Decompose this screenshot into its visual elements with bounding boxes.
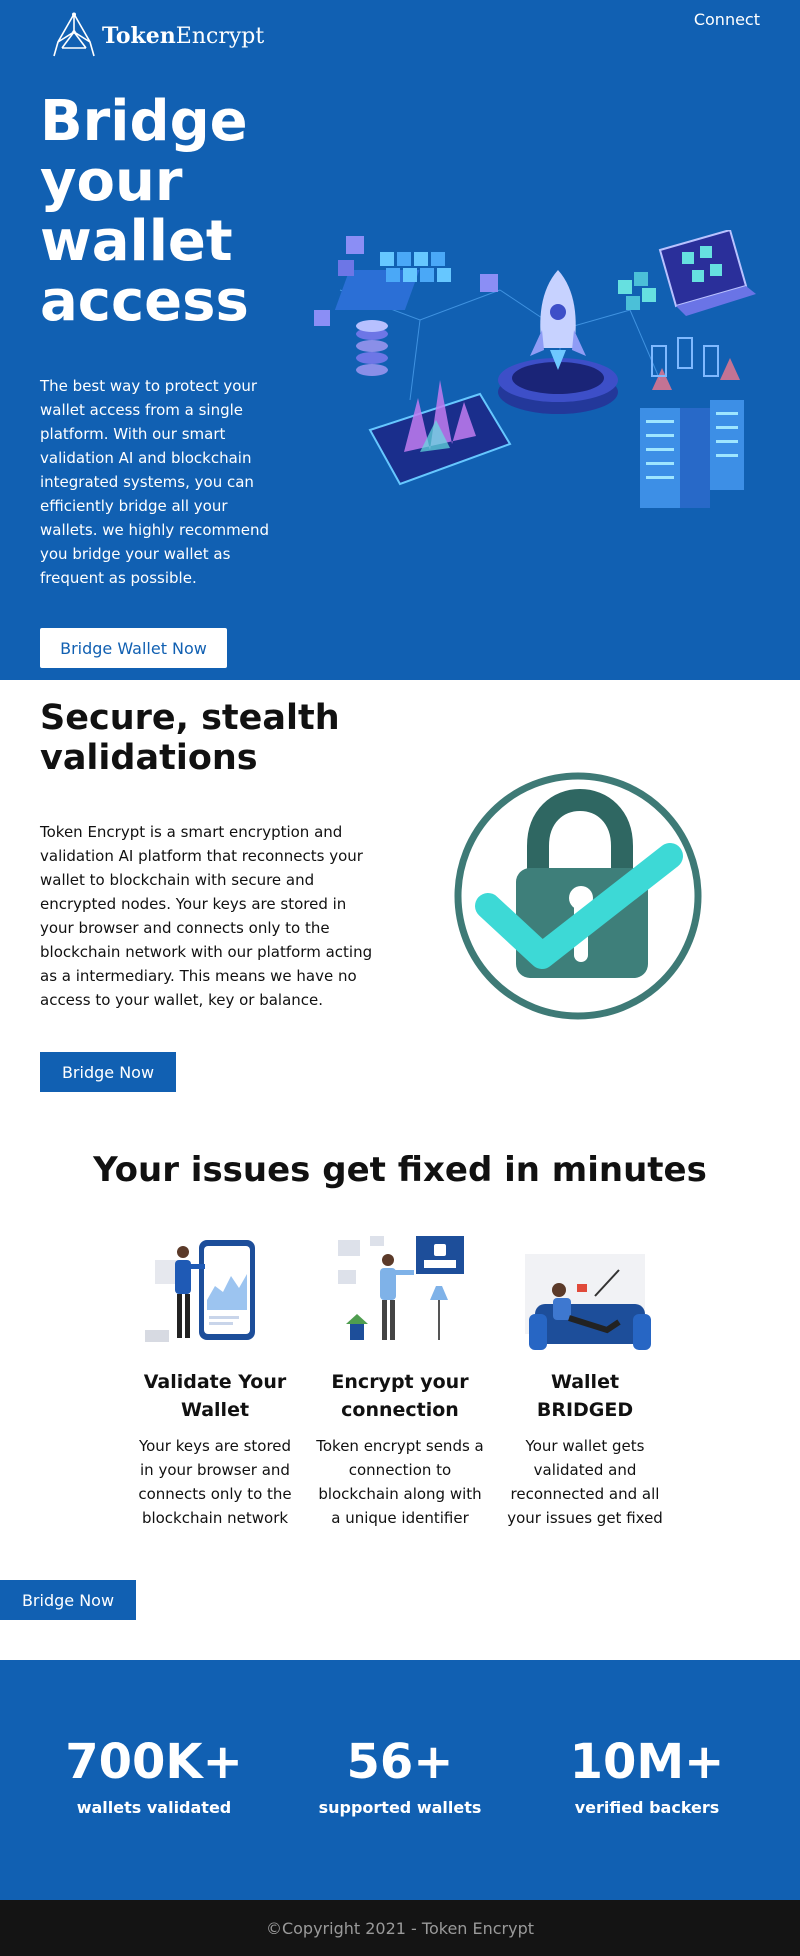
card-description: Token encrypt sends a connection to bloc… — [316, 1437, 484, 1527]
rocket-platform — [498, 270, 618, 414]
card-title: Wallet BRIDGED — [536, 1371, 634, 1421]
person-with-secure-screen-illustration — [338, 1236, 464, 1340]
laptop-icon — [658, 230, 756, 316]
person-with-phone-illustration — [145, 1240, 255, 1342]
secure-title: Secure, stealth validations — [40, 698, 340, 778]
person-relaxing-on-couch-illustration — [525, 1254, 651, 1350]
stat-label: verified backers — [574, 1798, 720, 1817]
teal-cube-cluster — [618, 272, 656, 310]
stat-wallets-validated: 700K+ wallets validated — [44, 1734, 264, 1817]
stat-verified-backers: 10M+ verified backers — [537, 1734, 757, 1817]
card-title: Validate Your Wallet — [143, 1371, 287, 1421]
card-description: Your wallet gets validated and reconnect… — [507, 1437, 663, 1527]
issues-title: Your issues get fixed in minutes — [93, 1150, 707, 1190]
issue-card-validate: Validate Your Wallet Your keys are store… — [130, 1230, 300, 1530]
card-title: Encrypt your connection — [331, 1371, 469, 1421]
logo-text: TokenEncrypt — [102, 23, 264, 49]
stat-supported-wallets: 56+ supported wallets — [290, 1734, 510, 1817]
lock-check-icon — [454, 772, 702, 1020]
copyright-text: ©Copyright 2021 - Token Encrypt — [265, 1918, 535, 1938]
issue-card-bridged: Wallet BRIDGED Your wallet gets validate… — [500, 1244, 670, 1530]
footer: ©Copyright 2021 - Token Encrypt — [0, 1900, 800, 1956]
connect-link[interactable]: Connect — [694, 10, 760, 29]
stats-section: 700K+ wallets validated 56+ supported wa… — [0, 1660, 800, 1900]
coin-stack — [356, 320, 388, 376]
bridge-wallet-now-button[interactable]: Bridge Wallet Now — [40, 628, 227, 668]
stat-label: wallets validated — [76, 1798, 232, 1817]
stat-label: supported wallets — [318, 1798, 482, 1817]
stat-value: 56+ — [346, 1734, 454, 1790]
stat-value: 10M+ — [569, 1734, 725, 1790]
secure-description: Token Encrypt is a smart encryption and … — [40, 823, 373, 1009]
logo-text-bold: Token — [102, 23, 176, 49]
stat-value: 700K+ — [65, 1734, 243, 1790]
chart-tablet — [368, 380, 512, 486]
blockchain-isometric-illustration — [314, 230, 756, 508]
logo[interactable]: TokenEncrypt — [52, 12, 264, 60]
logo-text-rest: Encrypt — [175, 24, 265, 49]
bridge-now-button-issues[interactable]: Bridge Now — [0, 1580, 136, 1620]
hero-title: Bridge your wallet access — [40, 89, 249, 334]
hero-section: TokenEncrypt Connect Bridge your wallet … — [0, 0, 800, 680]
server-racks — [640, 358, 744, 508]
bridge-now-button-secure[interactable]: Bridge Now — [40, 1052, 176, 1092]
logo-icon — [53, 12, 95, 57]
issue-card-encrypt: Encrypt your connection Token encrypt se… — [315, 1230, 485, 1530]
hero-description: The best way to protect your wallet acce… — [40, 377, 270, 587]
card-description: Your keys are stored in your browser and… — [138, 1437, 292, 1527]
